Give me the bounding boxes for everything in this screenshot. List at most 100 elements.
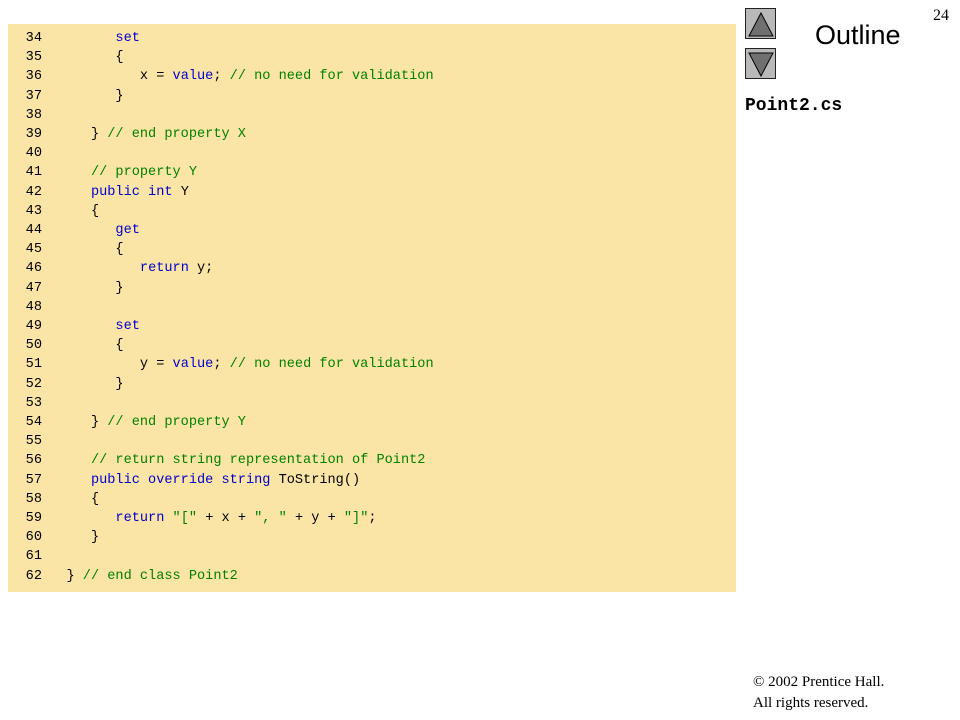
code-token: get <box>115 223 140 238</box>
line-number: 52 <box>25 376 42 392</box>
code-token: } <box>42 280 124 296</box>
line-number: 36 <box>25 69 42 85</box>
line-number: 57 <box>25 472 42 488</box>
code-token: public override string <box>90 472 271 488</box>
previous-slide-button[interactable] <box>745 8 776 39</box>
line-number: 60 <box>25 530 42 546</box>
line-number: 62 <box>25 568 42 584</box>
code-token: set <box>115 31 140 46</box>
code-line: 59 return "[" + x + ", " + y + "]"; <box>8 509 377 528</box>
code-line: 37 } <box>8 87 124 106</box>
code-token: } <box>42 568 83 584</box>
line-number: 43 <box>25 203 42 219</box>
code-token: // no need for validation <box>229 357 434 373</box>
line-number: 51 <box>25 357 42 373</box>
code-token: ToString() <box>270 472 361 488</box>
code-token: // property Y <box>90 165 198 181</box>
code-token: // return string representation of Point… <box>90 453 426 469</box>
code-token: ; <box>213 357 230 373</box>
code-line: 50 { <box>8 336 124 355</box>
line-number: 44 <box>25 223 42 238</box>
line-number: 49 <box>25 319 42 334</box>
code-token: x = <box>42 69 173 85</box>
code-token: return <box>115 511 165 526</box>
code-token: { <box>42 491 100 507</box>
code-line: 54 } // end property Y <box>8 413 246 432</box>
code-token: { <box>42 50 124 66</box>
code-line: 53 <box>8 394 42 413</box>
code-token: // no need for validation <box>229 69 434 85</box>
code-token: } <box>42 415 108 430</box>
code-line: 45 { <box>8 240 124 259</box>
line-number: 37 <box>25 88 42 104</box>
code-token: Y <box>172 184 189 200</box>
line-number: 35 <box>25 50 42 66</box>
line-number: 39 <box>25 127 42 142</box>
code-token: ; <box>213 69 230 85</box>
code-line: 57 public override string ToString() <box>8 471 360 490</box>
code-token: y; <box>188 261 214 277</box>
code-line: 40 <box>8 144 42 163</box>
code-token: public int <box>90 184 173 200</box>
code-token: ; <box>368 511 377 526</box>
code-token: // end property Y <box>107 415 246 430</box>
code-panel: 34 set 35 {36 x = value; // no need for v… <box>8 24 736 592</box>
code-line: 39 } // end property X <box>8 125 246 144</box>
code-token: value <box>172 357 214 373</box>
code-token: ", " <box>254 511 287 526</box>
triangle-up-icon <box>748 11 774 37</box>
line-number: 48 <box>25 299 42 315</box>
next-slide-button[interactable] <box>745 48 776 79</box>
code-token: } <box>42 530 100 546</box>
code-line: 38 <box>8 106 42 125</box>
code-line: 36 x = value; // no need for validation <box>8 67 434 86</box>
code-token: { <box>42 338 124 354</box>
code-line: 47 } <box>8 279 124 298</box>
code-line: 60 } <box>8 528 99 547</box>
code-line: 48 <box>8 298 42 317</box>
code-line: 34 set <box>8 29 140 48</box>
line-number: 34 <box>25 31 42 46</box>
code-token: { <box>42 242 124 258</box>
line-number: 38 <box>25 107 42 123</box>
line-number: 56 <box>25 453 42 469</box>
line-number: 47 <box>25 280 42 296</box>
outline-title[interactable]: Outline <box>815 20 901 51</box>
line-number: 42 <box>25 184 42 200</box>
code-line: 51 y = value; // no need for validation <box>8 355 434 374</box>
code-line: 43 { <box>8 202 99 221</box>
code-line: 49 set <box>8 317 140 336</box>
line-number: 40 <box>25 146 42 162</box>
code-line: 62 } // end class Point2 <box>8 567 238 586</box>
code-token: } <box>42 88 124 104</box>
code-line: 44 get <box>8 221 140 240</box>
code-line: 35 { <box>8 48 124 67</box>
code-line: 46 return y; <box>8 259 214 278</box>
copyright-notice: © 2002 Prentice Hall. All rights reserve… <box>753 672 884 714</box>
line-number: 59 <box>25 511 42 526</box>
code-line: 55 <box>8 432 42 451</box>
triangle-down-icon <box>748 52 774 78</box>
code-line: 42 public int Y <box>8 183 189 202</box>
code-line: 41 // property Y <box>8 163 197 182</box>
line-number: 54 <box>25 415 42 430</box>
code-line: 56 // return string representation of Po… <box>8 451 426 470</box>
line-number: 61 <box>25 549 42 565</box>
code-token: + x + <box>197 511 255 526</box>
code-token: y = <box>42 357 173 373</box>
code-token: // end property X <box>107 127 246 142</box>
outline-filename[interactable]: Point2.cs <box>745 96 842 116</box>
code-token: "[" <box>172 511 198 526</box>
code-token: "]" <box>343 511 369 526</box>
line-number: 50 <box>25 338 42 354</box>
line-number: 45 <box>25 242 42 258</box>
code-token: } <box>42 127 108 142</box>
code-line: 61 <box>8 547 42 566</box>
